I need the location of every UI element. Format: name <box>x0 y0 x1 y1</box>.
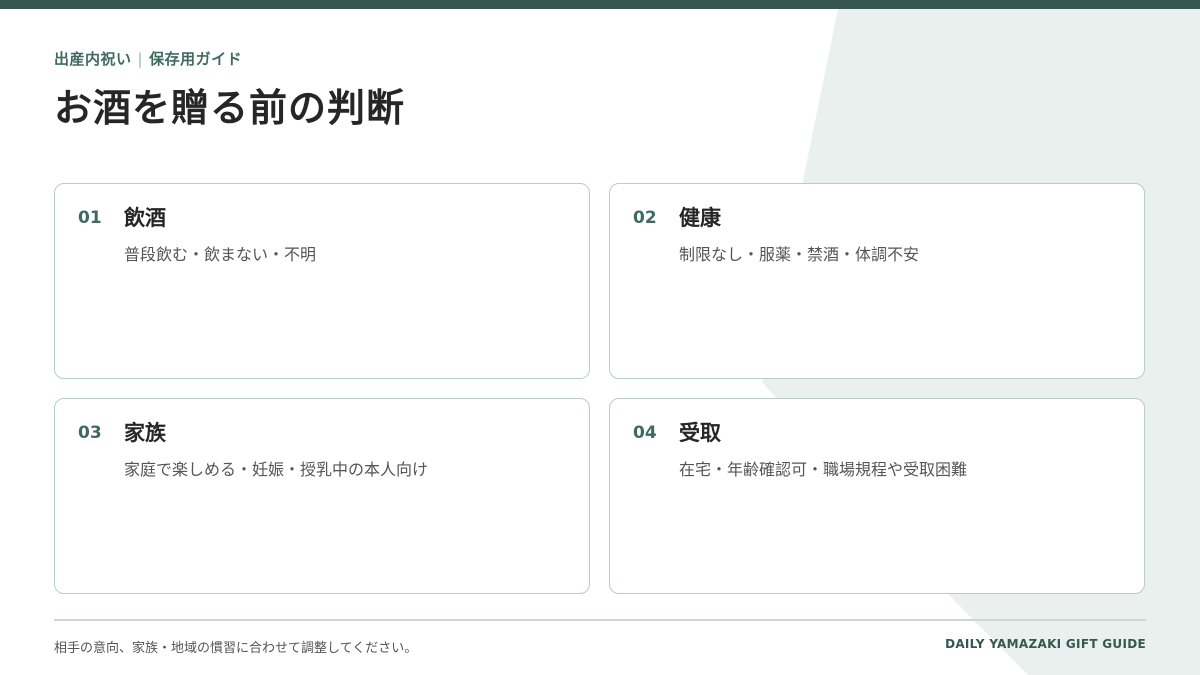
card-number: 02 <box>633 208 657 228</box>
card-title: 健康 <box>679 206 721 230</box>
card-title: 受取 <box>679 421 721 445</box>
footer-note: 相手の意向、家族・地域の慣習に合わせて調整してください。 <box>54 641 418 656</box>
card-description: 普段飲む・飲まない・不明 <box>124 245 317 264</box>
card-receiving: 04 受取 在宅・年齢確認可・職場規程や受取困難 <box>609 398 1145 594</box>
card-family: 03 家族 家庭で楽しめる・妊娠・授乳中の本人向け <box>54 398 590 594</box>
eyebrow: 出産内祝い | 保存用ガイド <box>54 48 405 69</box>
card-drinking: 01 飲酒 普段飲む・飲まない・不明 <box>54 183 590 379</box>
eyebrow-label: 保存用ガイド <box>149 50 243 68</box>
card-number: 01 <box>78 208 102 228</box>
card-health: 02 健康 制限なし・服薬・禁酒・体調不安 <box>609 183 1145 379</box>
eyebrow-category: 出産内祝い <box>54 50 132 68</box>
card-description: 制限なし・服薬・禁酒・体調不安 <box>679 245 920 264</box>
card-number: 03 <box>78 423 102 443</box>
top-accent-bar <box>0 0 1200 9</box>
card-title: 飲酒 <box>124 206 166 230</box>
footer-divider <box>54 619 1146 621</box>
eyebrow-separator: | <box>137 50 144 68</box>
page-title: お酒を贈る前の判断 <box>54 86 406 130</box>
brand-label: DAILY YAMAZAKI GIFT GUIDE <box>945 637 1146 651</box>
card-description: 在宅・年齢確認可・職場規程や受取困難 <box>679 460 968 479</box>
card-description: 家庭で楽しめる・妊娠・授乳中の本人向け <box>124 460 429 479</box>
card-title: 家族 <box>124 421 166 445</box>
page-header: 出産内祝い | 保存用ガイド お酒を贈る前の判断 <box>54 48 405 132</box>
card-number: 04 <box>633 423 657 443</box>
